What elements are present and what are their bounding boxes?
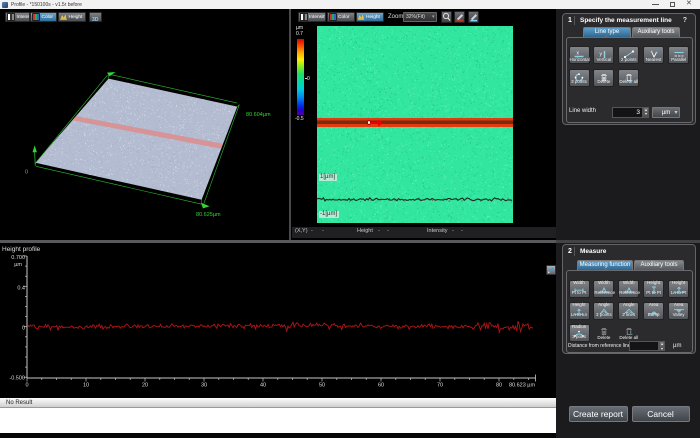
- svg-text:80.623 µm: 80.623 µm: [509, 383, 536, 389]
- svg-text:0.700: 0.700: [11, 255, 25, 261]
- svg-text:60: 60: [378, 383, 384, 389]
- svg-text:-0.500: -0.500: [9, 376, 25, 382]
- svg-text:40: 40: [260, 383, 266, 389]
- svg-text:80: 80: [496, 383, 502, 389]
- svg-text:50: 50: [319, 383, 325, 389]
- svg-text:70: 70: [437, 383, 443, 389]
- svg-text:0: 0: [22, 326, 25, 332]
- svg-text:80.625µm: 80.625µm: [196, 212, 221, 218]
- svg-text:x: x: [577, 51, 580, 57]
- svg-text:30: 30: [201, 383, 207, 389]
- svg-text:0.4: 0.4: [17, 286, 25, 292]
- svg-text:10: 10: [83, 383, 89, 389]
- svg-text:20: 20: [142, 383, 148, 389]
- svg-text:0: 0: [25, 383, 28, 389]
- svg-text:µm: µm: [14, 262, 22, 268]
- svg-text:80.604µm: 80.604µm: [246, 112, 271, 118]
- svg-text:0: 0: [25, 170, 28, 176]
